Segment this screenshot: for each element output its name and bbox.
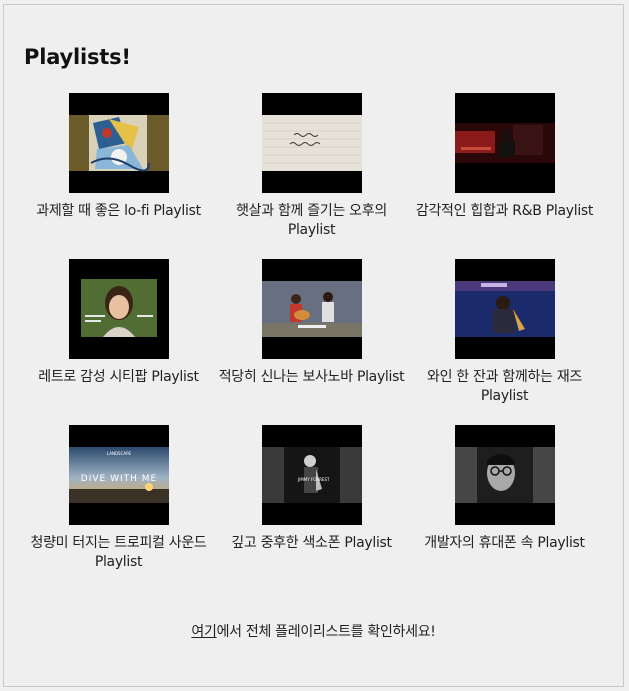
- thumb-overlay-text: LANDSCAPE: [106, 451, 131, 456]
- playlist-card[interactable]: 레트로 감성 시티팝 Playlist: [22, 259, 215, 425]
- playlist-thumbnail[interactable]: [261, 259, 362, 359]
- playlist-title[interactable]: 와인 한 잔과 함께하는 재즈 Playlist: [408, 368, 601, 406]
- page-title: Playlists!: [24, 45, 131, 69]
- playlist-title[interactable]: 깊고 중후한 색소폰 Playlist: [215, 534, 408, 553]
- playlist-title[interactable]: 청량미 터지는 트로피컬 사운드 Playlist: [22, 534, 215, 572]
- playlist-thumbnail[interactable]: [261, 93, 362, 193]
- playlist-thumbnail[interactable]: [454, 93, 555, 193]
- playlist-title[interactable]: 감각적인 힙합과 R&B Playlist: [408, 202, 601, 221]
- playlist-card[interactable]: LANDSCAPE DIVE WITH ME 청량미 터지는 트로피컬 사운드 …: [22, 425, 215, 591]
- playlist-card[interactable]: 과제할 때 좋은 lo-fi Playlist: [22, 93, 215, 259]
- playlist-thumbnail[interactable]: [68, 93, 169, 193]
- playlist-title[interactable]: 레트로 감성 시티팝 Playlist: [22, 368, 215, 387]
- playlist-card[interactable]: 적당히 신나는 보사노바 Playlist: [215, 259, 408, 425]
- page-frame: Playlists! 과제할 때 좋은 lo-fi Playlist 햇살과 함…: [3, 4, 624, 687]
- playlist-title[interactable]: 적당히 신나는 보사노바 Playlist: [215, 368, 408, 387]
- playlist-title[interactable]: 햇살과 함께 즐기는 오후의 Playlist: [215, 202, 408, 240]
- woman-portrait-green-image: [68, 259, 169, 359]
- playlist-card[interactable]: JIMMY FORREST 깊고 중후한 색소폰 Playlist: [215, 425, 408, 591]
- handwritten-paper-image: [261, 93, 362, 193]
- car-night-scene-image: [454, 93, 555, 193]
- saxophone-bw-photo-image: JIMMY FORREST: [261, 425, 362, 525]
- playlist-thumbnail[interactable]: [454, 425, 555, 525]
- street-musicians-image: [261, 259, 362, 359]
- lofi-collage-art-image: [68, 93, 169, 193]
- footer-note: 여기에서 전체 플레이리스트를 확인하세요!: [4, 621, 623, 641]
- thumb-overlay-title: DIVE WITH ME: [80, 474, 156, 484]
- playlist-thumbnail[interactable]: JIMMY FORREST: [261, 425, 362, 525]
- playlist-card[interactable]: 햇살과 함께 즐기는 오후의 Playlist: [215, 93, 408, 259]
- footer-text: 에서 전체 플레이리스트를 확인하세요!: [216, 624, 436, 640]
- playlist-title[interactable]: 개발자의 휴대폰 속 Playlist: [408, 534, 601, 553]
- playlist-thumbnail[interactable]: LANDSCAPE DIVE WITH ME: [68, 425, 169, 525]
- playlist-card[interactable]: 와인 한 잔과 함께하는 재즈 Playlist: [408, 259, 601, 425]
- saxophonist-album-cover-image: [454, 259, 555, 359]
- playlist-thumbnail[interactable]: [68, 259, 169, 359]
- playlist-thumbnail[interactable]: [454, 259, 555, 359]
- playlist-title[interactable]: 과제할 때 좋은 lo-fi Playlist: [22, 202, 215, 221]
- playlist-grid: 과제할 때 좋은 lo-fi Playlist 햇살과 함께 즐기는 오후의 P…: [22, 93, 606, 591]
- man-glasses-bw-image: [454, 425, 555, 525]
- thumb-overlay-text: JIMMY FORREST: [297, 477, 330, 482]
- playlist-card[interactable]: 개발자의 휴대폰 속 Playlist: [408, 425, 601, 591]
- sunset-sea-image: LANDSCAPE DIVE WITH ME: [68, 425, 169, 525]
- playlist-card[interactable]: 감각적인 힙합과 R&B Playlist: [408, 93, 601, 259]
- all-playlists-link[interactable]: 여기: [191, 624, 216, 640]
